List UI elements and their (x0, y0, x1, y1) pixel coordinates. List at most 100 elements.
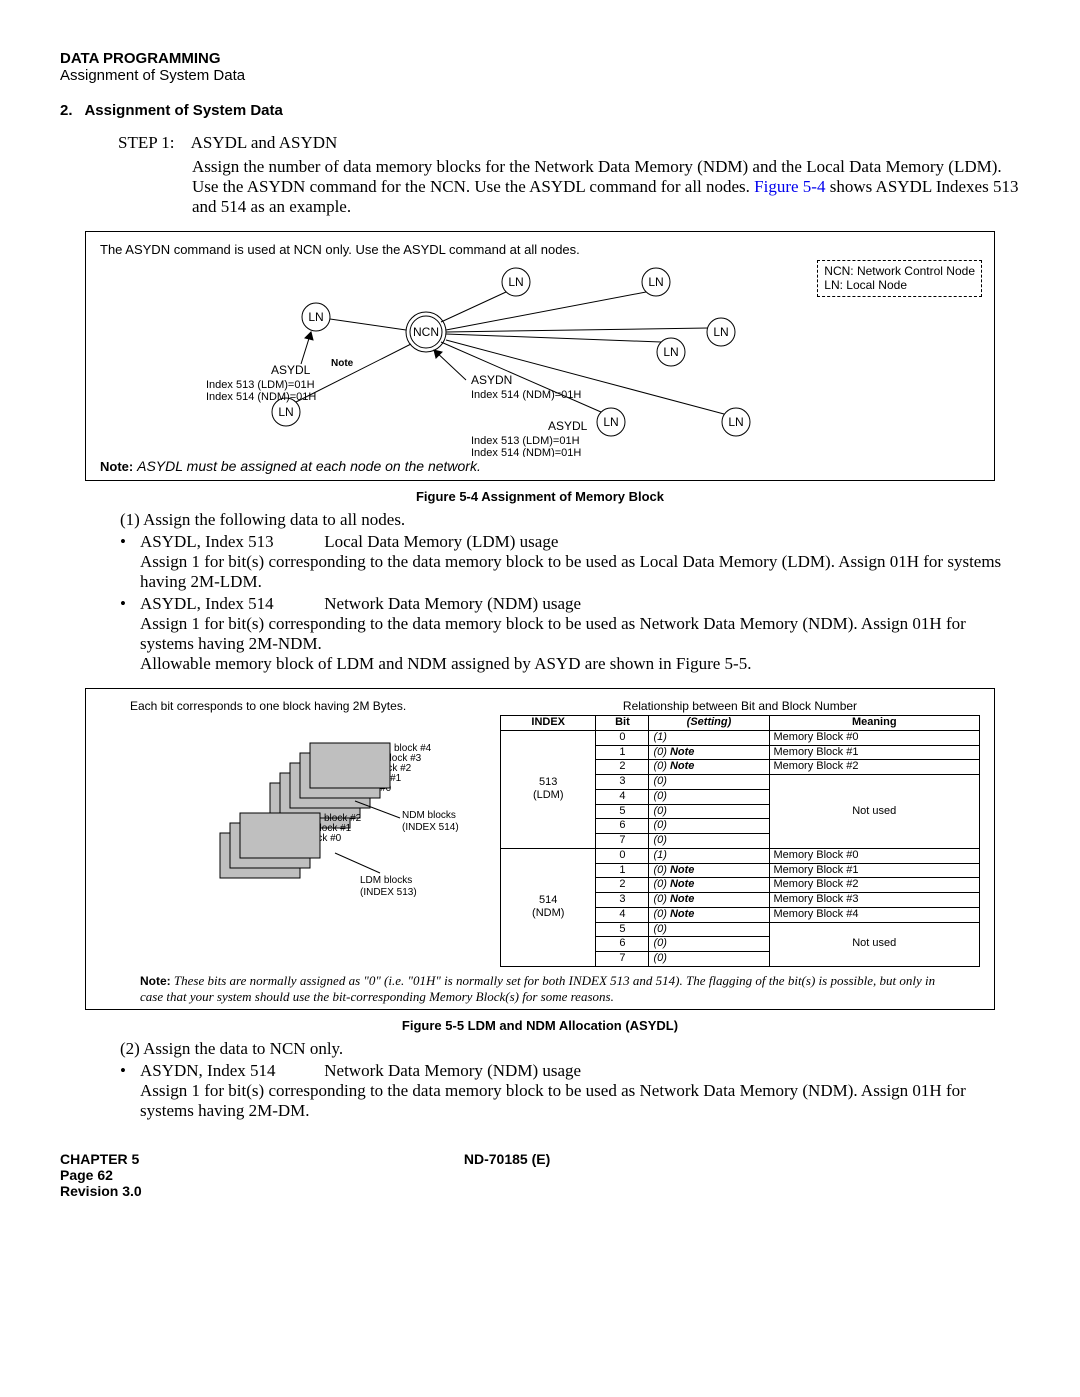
b3-cmd: ASYDN, Index 514 (140, 1061, 320, 1081)
bullet-2: • ASYDL, Index 514 Network Data Memory (… (120, 594, 1020, 674)
setting-cell: (0) Note (649, 863, 769, 878)
figure-5-4-box: The ASYDN command is used at NCN only. U… (85, 231, 995, 481)
th-setting: (Setting) (649, 716, 769, 731)
svg-text:Index 513 (LDM)=01H: Index 513 (LDM)=01H (471, 435, 580, 447)
step1-label: STEP 1: (118, 133, 175, 152)
table-row: 513(LDM)0(1)Memory Block #0 (501, 730, 980, 745)
body-item-2: (2) Assign the data to NCN only. (120, 1039, 1020, 1059)
meaning-cell: Memory Block #0 (769, 730, 980, 745)
setting-cell: (0) (649, 775, 769, 790)
bit-cell: 7 (596, 952, 649, 967)
setting-cell: (0) (649, 937, 769, 952)
svg-text:Index 514 (NDM)=01H: Index 514 (NDM)=01H (206, 391, 316, 403)
bit-cell: 7 (596, 834, 649, 849)
bit-cell: 3 (596, 893, 649, 908)
fig5-note-label: Note: (140, 974, 171, 988)
b2-cmd: ASYDL, Index 514 (140, 594, 320, 614)
figure-5-5-box: Each bit corresponds to one block having… (85, 688, 995, 1010)
meaning-cell: Memory Block #2 (769, 878, 980, 893)
meaning-cell: Memory Block #2 (769, 760, 980, 775)
svg-text:Index 513 (LDM)=01H: Index 513 (LDM)=01H (206, 379, 315, 391)
bit-cell: 5 (596, 922, 649, 937)
fig5-right-caption: Relationship between Bit and Block Numbe… (500, 699, 980, 713)
svg-text:LN: LN (663, 345, 678, 359)
svg-text:LN: LN (728, 415, 743, 429)
setting-cell: (0) (649, 952, 769, 967)
svg-text:LN: LN (713, 325, 728, 339)
svg-text:ASYDL: ASYDL (548, 419, 588, 433)
setting-cell: (0) Note (649, 745, 769, 760)
meaning-cell: Memory Block #3 (769, 893, 980, 908)
svg-text:block #4: block #4 (394, 743, 432, 754)
page-header-title: DATA PROGRAMMING (60, 50, 1020, 67)
figure-5-4-diagram: NCN LN LN LN LN LN LN LN LN AS (96, 252, 966, 457)
svg-text:block #2: block #2 (324, 813, 362, 824)
b3-desc: Network Data Memory (NDM) usage (324, 1061, 581, 1080)
note-text: ASYDL must be assigned at each node on t… (137, 458, 481, 474)
section-number: 2. (60, 102, 73, 119)
b1-cmd: ASYDL, Index 513 (140, 532, 320, 552)
meaning-cell: Memory Block #1 (769, 863, 980, 878)
bit-cell: 5 (596, 804, 649, 819)
setting-cell: (0) Note (649, 760, 769, 775)
page-header-subtitle: Assignment of System Data (60, 67, 1020, 84)
footer-rev: Revision 3.0 (60, 1183, 142, 1199)
bit-cell: 3 (596, 775, 649, 790)
step1-title: ASYDL and ASYDN (191, 133, 338, 152)
th-meaning: Meaning (769, 716, 980, 731)
section-heading: 2. Assignment of System Data (60, 102, 1020, 119)
figure-5-4-caption: Figure 5-4 Assignment of Memory Block (60, 489, 1020, 504)
fig5-left-caption: Each bit corresponds to one block having… (130, 699, 480, 713)
idx-cell: 513(LDM) (501, 730, 596, 848)
bit-cell: 6 (596, 819, 649, 834)
b3-l1: Assign 1 for bit(s) corresponding to the… (140, 1081, 966, 1120)
bit-cell: 0 (596, 730, 649, 745)
idx-cell: 514(NDM) (501, 848, 596, 966)
setting-cell: (0) (649, 789, 769, 804)
svg-text:LN: LN (603, 415, 618, 429)
step1-body: Assign the number of data memory blocks … (192, 157, 1020, 217)
bit-cell: 4 (596, 907, 649, 922)
svg-text:NCN: NCN (413, 325, 439, 339)
body-item-1: (1) Assign the following data to all nod… (120, 510, 1020, 530)
setting-cell: (0) Note (649, 893, 769, 908)
th-bit: Bit (596, 716, 649, 731)
page-footer: CHAPTER 5 ND-70185 (E) Page 62 Revision … (60, 1151, 1020, 1199)
b2-desc: Network Data Memory (NDM) usage (324, 594, 581, 613)
meaning-cell: Memory Block #1 (769, 745, 980, 760)
meaning-cell: Not used (769, 775, 980, 849)
meaning-cell: Memory Block #4 (769, 907, 980, 922)
th-index: INDEX (501, 716, 596, 731)
bit-cell: 6 (596, 937, 649, 952)
svg-text:ASYDN: ASYDN (471, 373, 512, 387)
footer-page: Page 62 (60, 1167, 113, 1183)
figure-5-4-note: Note: ASYDL must be assigned at each nod… (100, 458, 481, 474)
bit-setting-table: INDEX Bit (Setting) Meaning 513(LDM)0(1)… (500, 715, 980, 967)
fig5-note-text: These bits are normally assigned as "0" … (140, 973, 935, 1004)
svg-text:NDM blocks: NDM blocks (402, 810, 456, 821)
section-title: Assignment of System Data (84, 102, 282, 119)
figure-5-5-note: Note: These bits are normally assigned a… (140, 973, 940, 1005)
fig5-block-stacks: block #0block #1block #2block #3block #4… (100, 713, 480, 903)
bit-cell: 1 (596, 745, 649, 760)
svg-text:Index 514 (NDM)=01H: Index 514 (NDM)=01H (471, 389, 581, 401)
figure-5-4-link[interactable]: Figure 5-4 (754, 177, 825, 196)
svg-text:(INDEX 513): (INDEX 513) (360, 887, 417, 898)
b2-l2: Allowable memory block of LDM and NDM as… (140, 654, 751, 673)
bit-cell: 1 (596, 863, 649, 878)
setting-cell: (1) (649, 730, 769, 745)
setting-cell: (0) Note (649, 907, 769, 922)
step1-line: STEP 1: ASYDL and ASYDN (118, 133, 1020, 153)
setting-cell: (1) (649, 848, 769, 863)
setting-cell: (0) Note (649, 878, 769, 893)
svg-text:(INDEX 514): (INDEX 514) (402, 822, 459, 833)
bit-cell: 2 (596, 878, 649, 893)
svg-text:Index 514 (NDM)=01H: Index 514 (NDM)=01H (471, 447, 581, 457)
bit-cell: 0 (596, 848, 649, 863)
b1-desc: Local Data Memory (LDM) usage (324, 532, 558, 551)
svg-text:LN: LN (648, 275, 663, 289)
bullet-1: • ASYDL, Index 513 Local Data Memory (LD… (120, 532, 1020, 592)
table-row: 514(NDM)0(1)Memory Block #0 (501, 848, 980, 863)
svg-text:ASYDL: ASYDL (271, 363, 311, 377)
meaning-cell: Memory Block #0 (769, 848, 980, 863)
